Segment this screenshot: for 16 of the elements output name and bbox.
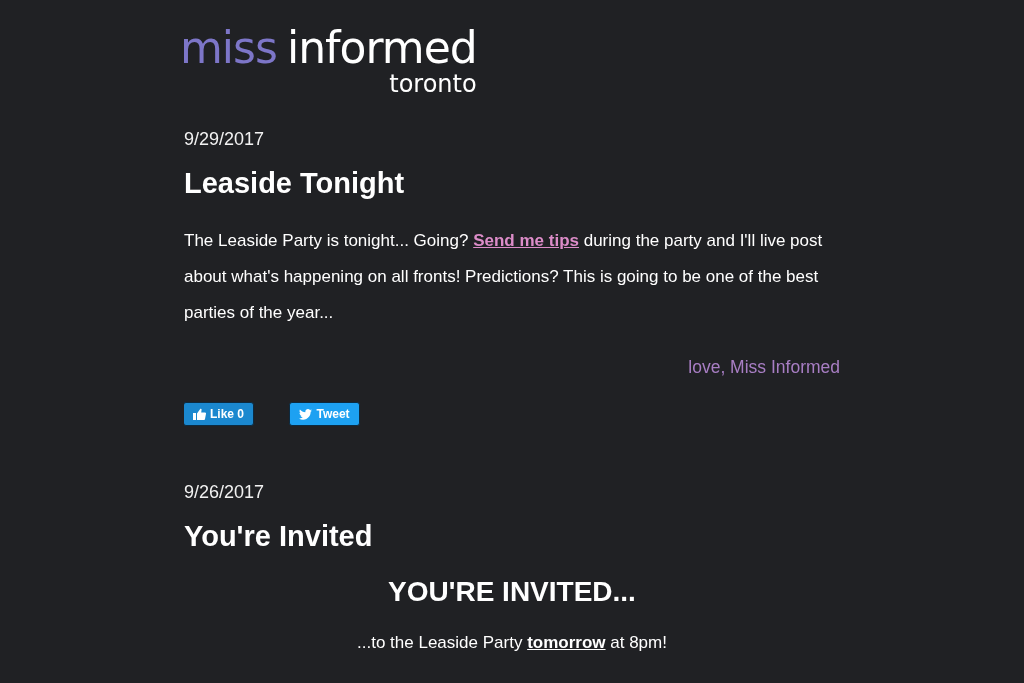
link[interactable]: tomorrow (527, 633, 606, 652)
post-title: You're Invited (184, 519, 374, 554)
logo-text: informed (286, 24, 477, 72)
post-title: Leaside Tonight (184, 166, 406, 201)
link[interactable]: Send me tips (473, 231, 579, 250)
thumbs-up-icon (193, 408, 206, 420)
like-button[interactable]: Like 0 (184, 402, 254, 426)
post-text: The Leaside Party is tonight... Going? Send me tips during the party and I'll live post about what's happening on all fronts! Predictions? This is going to be one of the best parties of the year... (184, 230, 824, 324)
bird-icon (299, 408, 313, 420)
post-date: 9/26/2017 (184, 481, 266, 503)
post-date: 9/29/2017 (184, 128, 266, 150)
post-signature: love, Miss Informed (687, 356, 840, 379)
post-heading: YOU'RE INVITED... (387, 575, 637, 609)
logo-subtitle: toronto (389, 72, 477, 96)
post-text: ...to the Leaside Party tomorrow at 8pm! (356, 632, 668, 654)
logo-text: miss (184, 24, 277, 72)
